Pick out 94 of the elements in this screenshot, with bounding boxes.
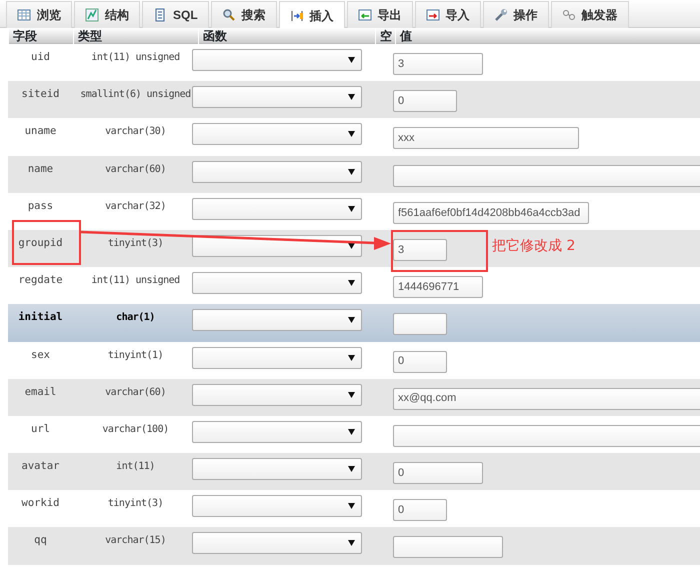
insert-icon xyxy=(290,8,304,22)
field-type: tinyint(1) xyxy=(106,348,164,362)
field-name: avatar xyxy=(20,459,60,474)
trigger-icon xyxy=(562,8,576,22)
dropdown-arrow-icon xyxy=(348,131,355,138)
field-name: url xyxy=(30,422,51,437)
field-name: sex xyxy=(30,348,51,362)
field-name: uid xyxy=(30,50,51,65)
tab[interactable]: 触发器 xyxy=(550,1,629,28)
field-type: tinyint(3) xyxy=(106,497,164,512)
field-name: regdate xyxy=(17,273,64,288)
field-name: siteid xyxy=(20,87,60,102)
field-name: workid xyxy=(20,496,60,512)
column-header: 空 xyxy=(375,28,395,44)
dropdown-arrow-icon xyxy=(348,540,355,546)
field-type: varchar(32) xyxy=(104,200,167,214)
dropdown-arrow-icon xyxy=(348,242,355,249)
function-dropdown[interactable] xyxy=(192,86,362,108)
value-input[interactable] xyxy=(393,536,503,558)
field-type: tinyint(3) xyxy=(106,236,164,251)
column-header: 类型 xyxy=(73,28,198,44)
function-dropdown[interactable] xyxy=(192,532,362,554)
dropdown-arrow-icon xyxy=(348,428,355,435)
field-name: pass xyxy=(26,198,54,214)
tab[interactable]: 导出 xyxy=(346,1,413,28)
tab[interactable]: 导入 xyxy=(414,1,481,28)
export-icon xyxy=(358,8,372,22)
field-type: varchar(15) xyxy=(104,534,167,548)
import-icon xyxy=(426,8,440,22)
field-name: uname xyxy=(24,124,58,140)
dropdown-arrow-icon xyxy=(348,168,355,175)
tab[interactable]: SQL xyxy=(142,1,209,28)
value-input[interactable]: xxx xyxy=(393,127,579,150)
dropdown-arrow-icon xyxy=(348,280,355,286)
tab[interactable]: 插入 xyxy=(278,1,345,29)
value-input[interactable]: f561aaf6ef0bf14d4208bb46a4ccb3ad xyxy=(393,202,589,224)
tab[interactable]: 结构 xyxy=(74,1,140,28)
wrench-icon xyxy=(494,8,508,22)
highlight-frame xyxy=(12,220,81,265)
function-dropdown[interactable] xyxy=(192,272,362,294)
table-icon xyxy=(17,8,31,22)
column-header: 值 xyxy=(395,28,700,44)
function-dropdown[interactable] xyxy=(192,346,362,368)
value-input[interactable]: 3 xyxy=(393,53,483,75)
value-input[interactable] xyxy=(393,313,447,336)
function-dropdown[interactable] xyxy=(192,495,362,518)
dropdown-arrow-icon xyxy=(348,317,355,324)
dropdown-arrow-icon xyxy=(348,392,355,398)
field-name: groupid xyxy=(17,236,64,251)
search-icon xyxy=(222,8,236,22)
field-name: qq xyxy=(33,533,48,548)
function-dropdown[interactable] xyxy=(192,198,362,220)
function-dropdown[interactable] xyxy=(192,384,362,406)
function-dropdown[interactable] xyxy=(192,49,362,71)
field-type: int(11) xyxy=(115,460,156,474)
dropdown-arrow-icon xyxy=(348,354,355,360)
field-type: varchar(60) xyxy=(104,162,167,177)
function-dropdown[interactable] xyxy=(192,420,362,443)
value-input[interactable] xyxy=(393,164,700,187)
column-header: 函数 xyxy=(198,28,375,44)
field-type: varchar(100) xyxy=(101,422,170,437)
value-input[interactable]: 0 xyxy=(393,90,457,112)
function-dropdown[interactable] xyxy=(192,309,362,332)
dropdown-arrow-icon xyxy=(348,57,355,63)
field-type: int(11) unsigned xyxy=(90,51,181,65)
tab[interactable]: 操作 xyxy=(482,1,549,28)
dropdown-arrow-icon xyxy=(348,206,355,212)
value-input[interactable]: 0 xyxy=(393,462,483,484)
value-input[interactable]: 0 xyxy=(393,499,447,522)
value-input[interactable]: 0 xyxy=(393,350,447,372)
field-type: char(1) xyxy=(115,311,156,326)
value-input[interactable]: 1444696771 xyxy=(393,276,483,298)
function-dropdown[interactable] xyxy=(192,458,362,480)
column-header: 字段 xyxy=(8,28,73,44)
value-input[interactable]: xx@qq.com xyxy=(393,388,700,410)
document-icon xyxy=(153,8,167,22)
field-type: varchar(30) xyxy=(104,125,167,140)
field-name: initial xyxy=(17,310,64,326)
field-type: varchar(60) xyxy=(104,386,167,400)
function-dropdown[interactable] xyxy=(192,160,362,183)
value-input[interactable] xyxy=(393,424,700,447)
tab[interactable]: 浏览 xyxy=(6,1,72,28)
field-name: name xyxy=(26,162,54,177)
field-name: email xyxy=(24,384,58,400)
field-type: smallint(6) unsigned xyxy=(79,88,192,102)
value-input[interactable]: 3 xyxy=(393,238,447,261)
field-type: int(11) unsigned xyxy=(90,274,181,288)
structure-icon xyxy=(85,8,99,22)
dropdown-arrow-icon xyxy=(348,94,355,100)
annotation-text: 把它修改成 2 xyxy=(492,237,576,256)
dropdown-arrow-icon xyxy=(348,466,355,472)
function-dropdown[interactable] xyxy=(192,123,362,146)
dropdown-arrow-icon xyxy=(348,503,355,510)
tab[interactable]: 搜索 xyxy=(210,1,277,28)
